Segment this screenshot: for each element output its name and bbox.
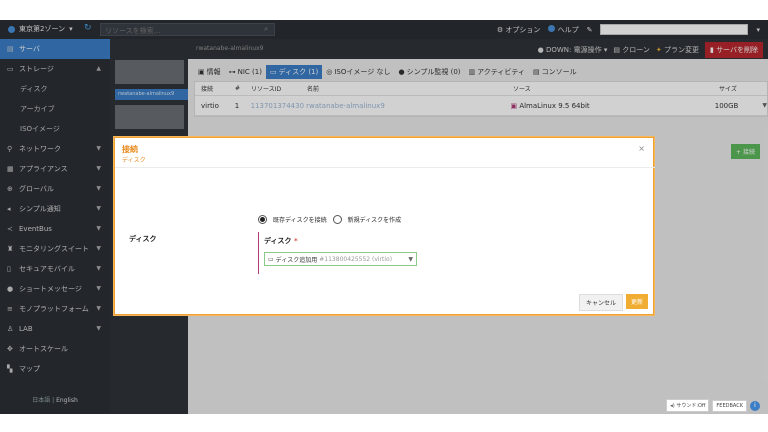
info-icon[interactable]: i <box>750 400 760 411</box>
speaker-icon: ◂) <box>670 403 675 409</box>
required-mark: * <box>293 237 298 245</box>
sound-label: サウンド:Off <box>676 403 706 409</box>
disk-field: ディスク * ▭ ディスク追加用 #113800425552 (virtio) … <box>258 232 418 274</box>
field-label: ディスク * <box>264 236 418 246</box>
chevron-down-icon: ▼ <box>408 255 413 263</box>
radio-new-disk[interactable] <box>332 215 342 224</box>
select-value: ディスク追加用 <box>275 256 318 264</box>
select-value-detail: #113800425552 (virtio) <box>319 255 393 263</box>
dialog-subtitle: ディスク <box>122 157 146 164</box>
close-icon[interactable]: × <box>638 144 645 153</box>
radio-existing-disk[interactable] <box>258 215 267 224</box>
field-label-text: ディスク <box>264 237 292 245</box>
dialog-title: 接続 <box>122 145 138 154</box>
app-frame: 東京第2ゾーン ▾ ↻ リソースを検索... ⌕ ⚙ オプション ヘルプ ✎ ▾… <box>0 20 768 414</box>
update-button[interactable]: 更新 <box>625 294 648 309</box>
divider <box>115 167 655 168</box>
connect-disk-dialog: 接続 ディスク × ディスク 既存ディスクを接続 新規ディスクを作成 ディスク … <box>114 137 655 315</box>
feedback-button[interactable]: FEEDBACK <box>712 399 747 412</box>
radio-new-label[interactable]: 新規ディスクを作成 <box>348 215 402 224</box>
disk-mode-radio-group: 既存ディスクを接続 新規ディスクを作成 <box>258 215 401 224</box>
disk-select[interactable]: ▭ ディスク追加用 #113800425552 (virtio) ▼ <box>264 252 417 266</box>
disk-icon: ▭ <box>268 255 274 263</box>
radio-existing-label[interactable]: 既存ディスクを接続 <box>273 215 327 224</box>
section-label: ディスク <box>129 235 157 243</box>
footer-controls: ◂) サウンド:Off FEEDBACK i <box>666 399 760 412</box>
sound-toggle[interactable]: ◂) サウンド:Off <box>666 399 710 412</box>
cancel-button[interactable]: キャンセル <box>578 294 623 311</box>
